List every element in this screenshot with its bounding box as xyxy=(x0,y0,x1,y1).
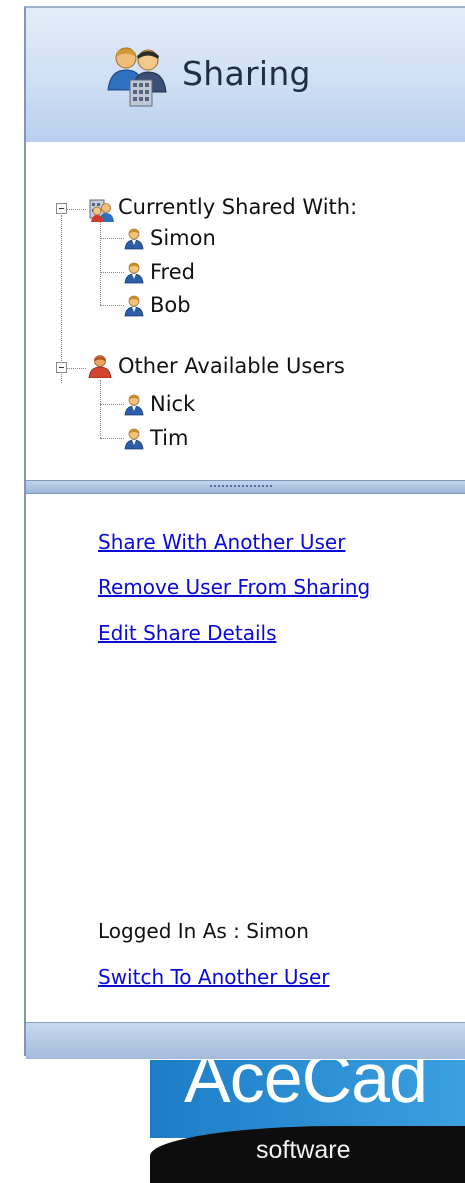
tree-connector xyxy=(100,238,124,239)
panel-header: Sharing xyxy=(26,8,465,142)
remove-user-from-sharing-link[interactable]: Remove User From Sharing xyxy=(98,575,370,599)
sharing-panel: Sharing Currently Shared With: Simon Fre… xyxy=(24,6,465,1059)
tree-user-tim[interactable]: Tim xyxy=(150,426,188,450)
edit-share-details-link[interactable]: Edit Share Details xyxy=(98,621,277,645)
tree-connector xyxy=(61,215,62,383)
tree-connector xyxy=(100,404,124,405)
shared-group-icon xyxy=(89,199,114,222)
tree-group-label[interactable]: Currently Shared With: xyxy=(118,195,357,219)
user-icon xyxy=(124,295,144,317)
tree-connector xyxy=(100,380,101,438)
user-icon xyxy=(124,262,144,284)
sharing-users-icon xyxy=(107,47,167,107)
user-group-icon xyxy=(88,355,112,378)
tree-connector xyxy=(100,305,124,306)
minus-box-icon[interactable] xyxy=(56,203,67,214)
share-with-another-user-link[interactable]: Share With Another User xyxy=(98,530,345,554)
logo-wordmark: AceCad xyxy=(184,1060,428,1117)
splitter-grip[interactable] xyxy=(210,485,272,487)
sharing-tree: Currently Shared With: Simon Fred Bob Ot… xyxy=(26,142,465,480)
minus-box-icon[interactable] xyxy=(56,362,67,373)
acecad-logo: AceCad software xyxy=(150,1060,465,1183)
panel-splitter[interactable] xyxy=(26,480,465,494)
tree-connector xyxy=(66,368,86,369)
tree-user-nick[interactable]: Nick xyxy=(150,392,195,416)
user-icon xyxy=(124,228,144,250)
tree-connector xyxy=(100,438,124,439)
user-icon xyxy=(124,394,144,416)
tree-group-label[interactable]: Other Available Users xyxy=(118,354,345,378)
switch-user-link[interactable]: Switch To Another User xyxy=(98,965,329,989)
user-icon xyxy=(124,428,144,450)
logo-subtitle: software xyxy=(256,1136,351,1164)
tree-user-fred[interactable]: Fred xyxy=(150,260,195,284)
tree-connector xyxy=(100,272,124,273)
tree-connector xyxy=(100,220,101,305)
logged-in-status: Logged In As : Simon xyxy=(98,919,309,943)
tree-user-bob[interactable]: Bob xyxy=(150,293,191,317)
tree-connector xyxy=(66,209,86,210)
tree-user-simon[interactable]: Simon xyxy=(150,226,216,250)
panel-footer xyxy=(26,1022,465,1059)
panel-title: Sharing xyxy=(182,54,311,93)
